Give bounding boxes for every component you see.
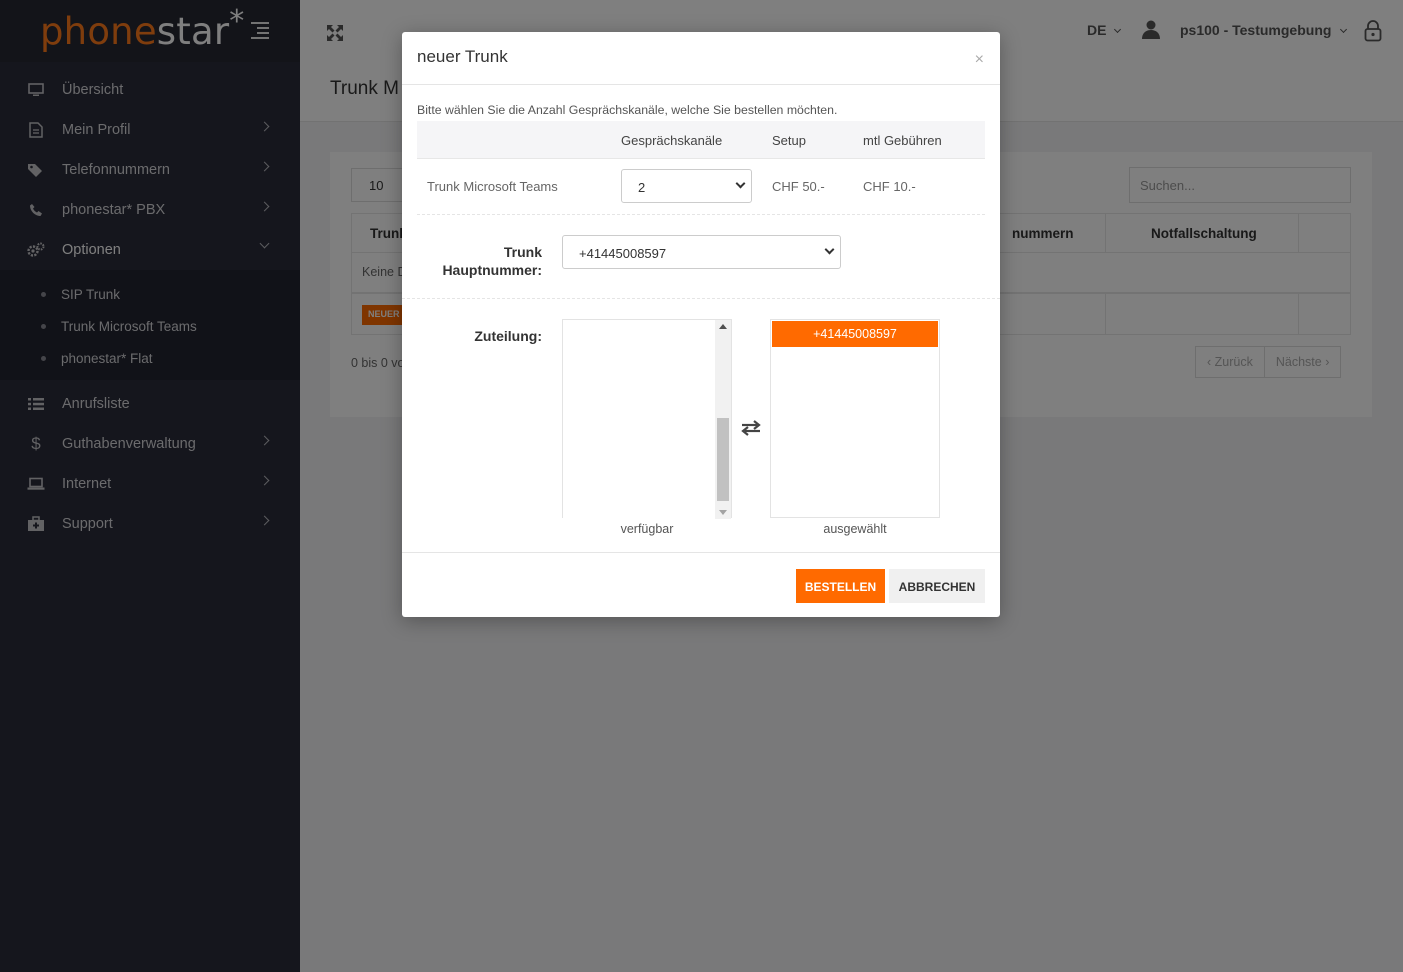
selected-numbers-list[interactable]: +41445008597 <box>770 319 940 518</box>
channel-count-select[interactable]: 2 <box>621 169 752 203</box>
column-header-channels: Gesprächskanäle <box>621 133 723 148</box>
channel-table-header: Gesprächskanäle Setup mtl Gebühren <box>417 121 985 159</box>
chevron-down-icon <box>824 244 835 255</box>
product-label: Trunk Microsoft Teams <box>427 179 558 194</box>
channel-count-value: 2 <box>638 180 646 195</box>
column-header-fee: mtl Gebühren <box>863 133 942 148</box>
close-icon[interactable]: × <box>975 52 984 68</box>
selected-number-item[interactable]: +41445008597 <box>772 321 938 347</box>
modal-footer: BESTELLEN ABBRECHEN <box>402 552 1000 617</box>
main-number-label: Trunk Hauptnummer: <box>442 243 542 279</box>
channel-table-row: Trunk Microsoft Teams 2 CHF 50.- CHF 10.… <box>417 159 985 215</box>
modal-intro-text: Bitte wählen Sie die Anzahl Gesprächskan… <box>417 103 838 117</box>
monthly-fee: CHF 10.- <box>863 179 916 194</box>
divider <box>402 298 1000 299</box>
scroll-up-icon[interactable] <box>719 324 727 329</box>
allocation-label: Zuteilung: <box>474 328 542 344</box>
main-number-select[interactable]: +41445008597 <box>562 235 841 269</box>
new-trunk-modal: neuer Trunk × Bitte wählen Sie die Anzah… <box>402 32 1000 617</box>
available-caption: verfügbar <box>620 522 674 536</box>
modal-title: neuer Trunk <box>417 47 508 66</box>
scrollbar[interactable] <box>715 320 731 519</box>
scroll-thumb[interactable] <box>717 418 729 501</box>
main-number-label-line1: Trunk <box>503 244 542 260</box>
column-header-setup: Setup <box>772 133 806 148</box>
main-number-value: +41445008597 <box>579 246 667 261</box>
channel-table: Gesprächskanäle Setup mtl Gebühren Trunk… <box>417 121 985 215</box>
selected-caption: ausgewählt <box>823 522 887 536</box>
swap-arrows-icon[interactable] <box>740 419 762 437</box>
modal-header: neuer Trunk × <box>402 32 1000 85</box>
setup-price: CHF 50.- <box>772 179 825 194</box>
scroll-down-icon[interactable] <box>719 510 727 515</box>
chevron-down-icon <box>735 178 746 189</box>
available-numbers-list[interactable] <box>562 319 732 519</box>
main-number-label-line2: Hauptnummer: <box>442 262 542 278</box>
order-button[interactable]: BESTELLEN <box>796 569 885 603</box>
cancel-button[interactable]: ABBRECHEN <box>889 569 985 603</box>
